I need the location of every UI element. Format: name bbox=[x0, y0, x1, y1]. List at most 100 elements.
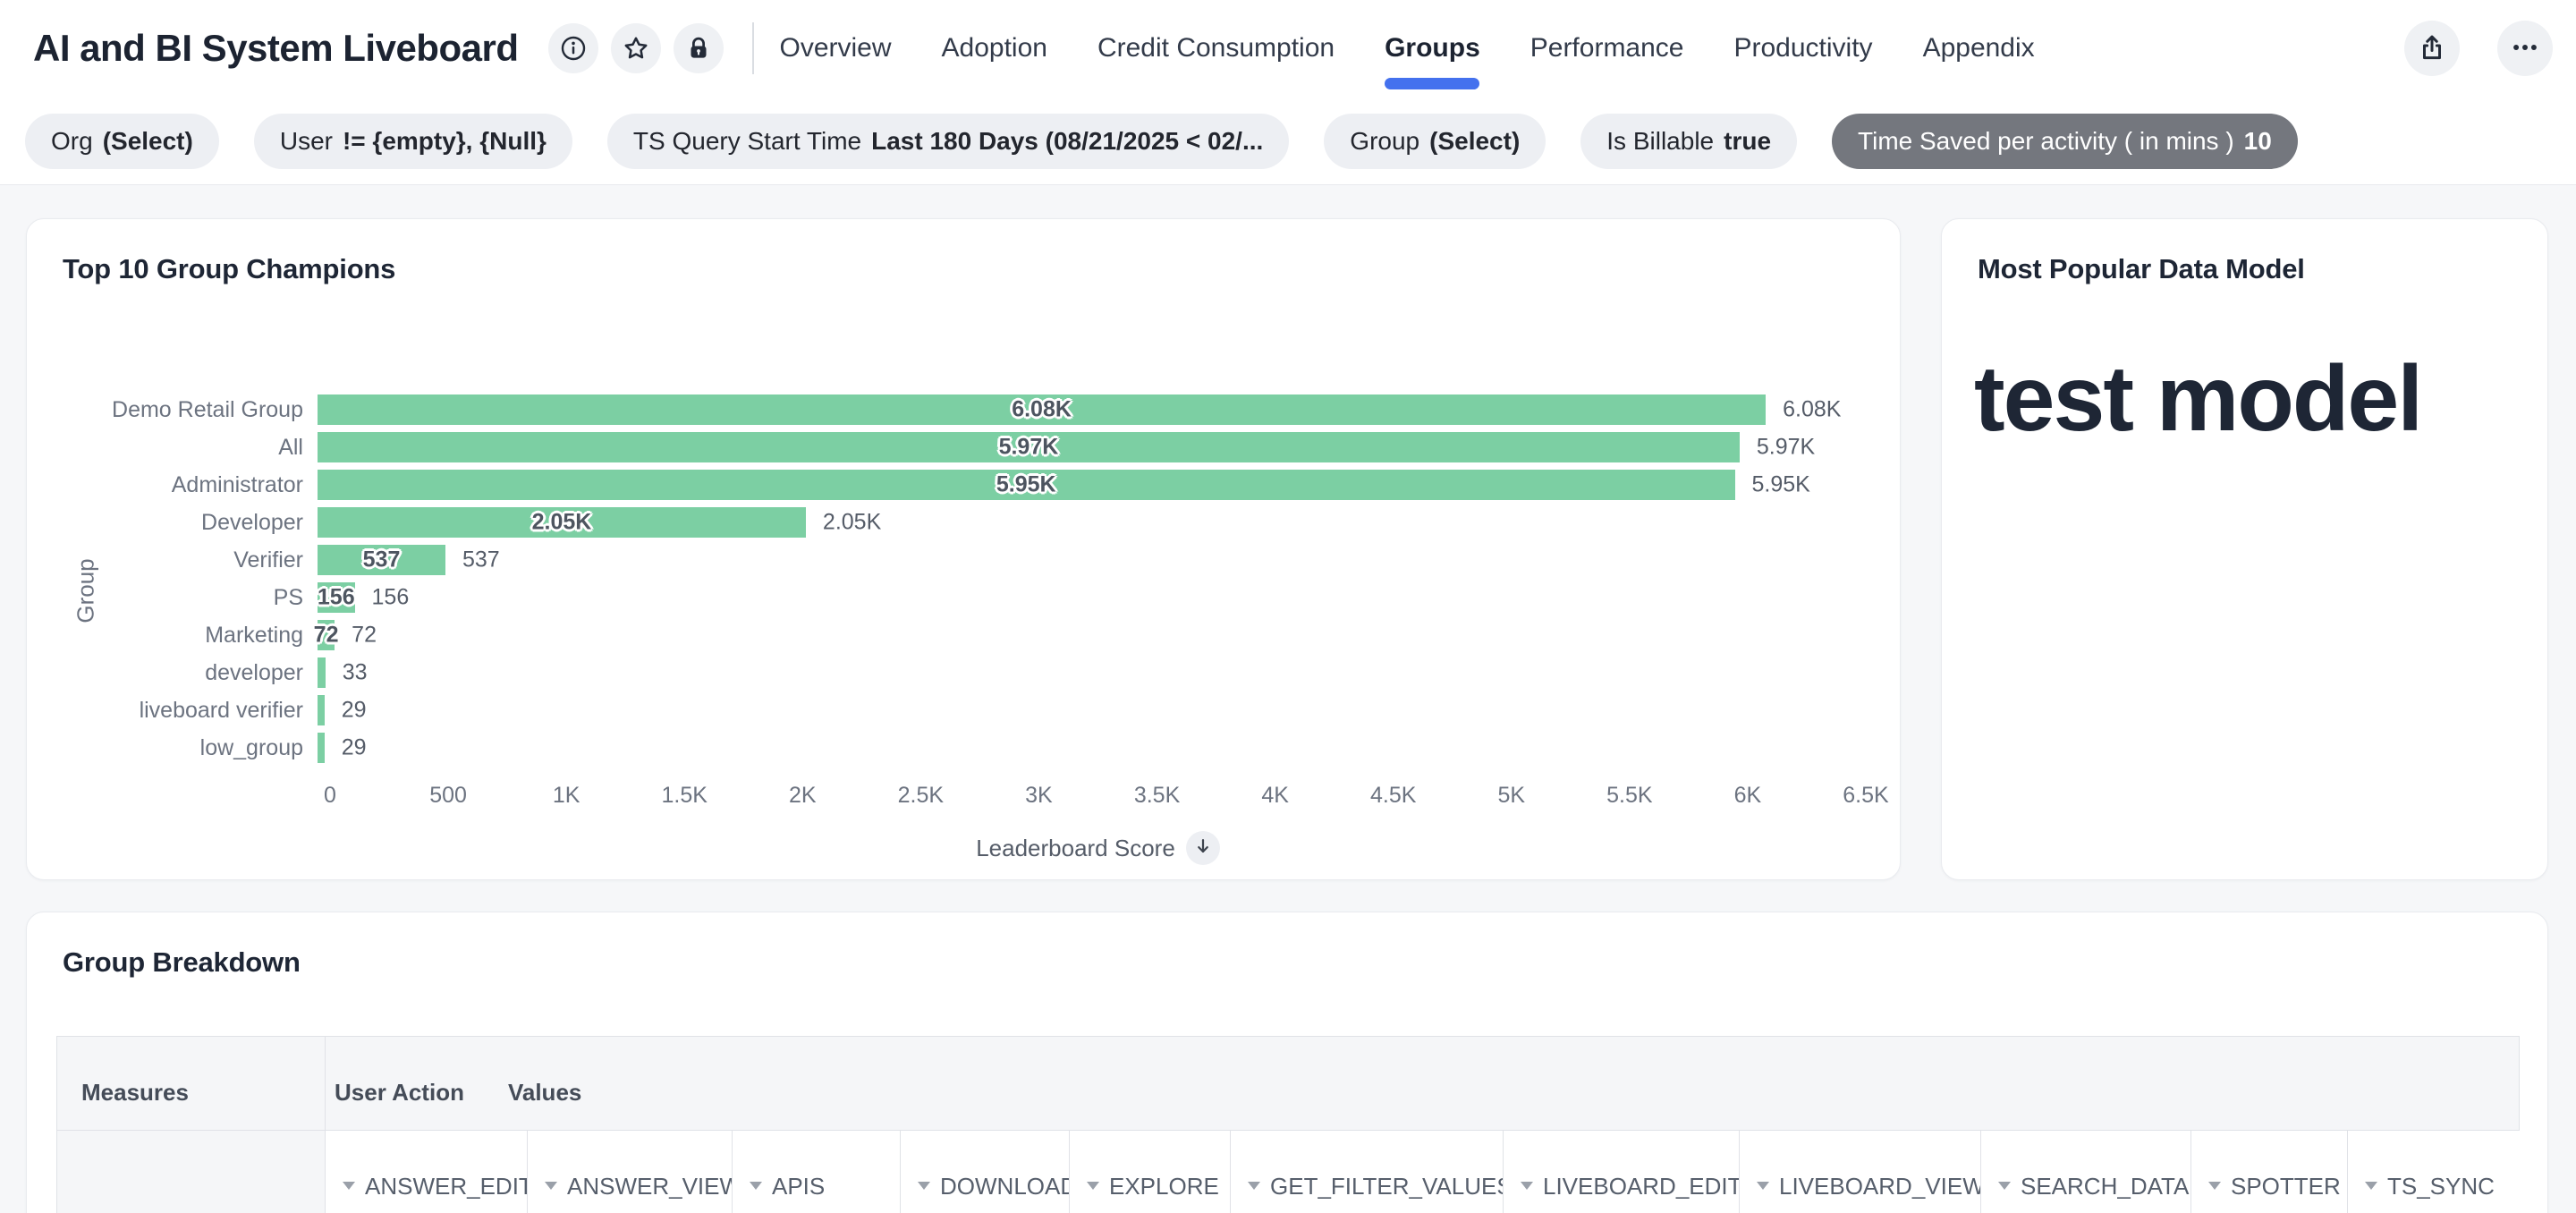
bar-demo-retail-group[interactable]: 6.08K bbox=[318, 394, 1766, 425]
x-tick-4k: 4K bbox=[1261, 783, 1289, 809]
column-header-liveboard-view[interactable]: LIVEBOARD_VIEW bbox=[1740, 1131, 1981, 1213]
bar-all[interactable]: 5.97K bbox=[318, 432, 1740, 462]
tab-performance[interactable]: Performance bbox=[1530, 0, 1684, 97]
chart-row-low-group: low_group29 bbox=[63, 729, 1866, 767]
tab-groups[interactable]: Groups bbox=[1385, 0, 1480, 97]
column-header-answer-edit[interactable]: ANSWER_EDIT bbox=[326, 1131, 528, 1213]
bar-value-inside: 6.08K bbox=[1012, 397, 1072, 423]
share-icon bbox=[2417, 32, 2447, 65]
column-filter-triangle-icon[interactable] bbox=[1757, 1182, 1769, 1190]
bar-low-group[interactable] bbox=[318, 733, 325, 763]
column-header-explore[interactable]: EXPLORE bbox=[1070, 1131, 1231, 1213]
column-filter-triangle-icon[interactable] bbox=[545, 1182, 557, 1190]
model-card-value: test model bbox=[1974, 346, 2421, 453]
x-tick-5-5k: 5.5K bbox=[1606, 783, 1652, 809]
column-filter-triangle-icon[interactable] bbox=[918, 1182, 930, 1190]
filter-chip-ts-query-start-time[interactable]: TS Query Start TimeLast 180 Days (08/21/… bbox=[607, 114, 1289, 169]
category-label: All bbox=[63, 435, 318, 461]
filter-chip-org[interactable]: Org(Select) bbox=[25, 114, 219, 169]
values-header: Values bbox=[508, 1079, 581, 1107]
liveboard-content: Top 10 Group Champions Group Demo Retail… bbox=[0, 185, 2576, 1213]
tab-adoption[interactable]: Adoption bbox=[942, 0, 1047, 97]
bar-marketing[interactable]: 72 bbox=[318, 620, 335, 650]
bar-value-outside: 29 bbox=[342, 735, 367, 761]
x-tick-6k: 6K bbox=[1734, 783, 1762, 809]
x-tick-4-5k: 4.5K bbox=[1370, 783, 1416, 809]
filter-value: true bbox=[1724, 127, 1771, 156]
bar-administrator[interactable]: 5.95K bbox=[318, 470, 1735, 500]
filter-value: (Select) bbox=[103, 127, 193, 156]
x-tick-0: 0 bbox=[324, 783, 336, 809]
chart-x-axis-label: Leaderboard Score bbox=[330, 831, 1866, 865]
filter-chip-is-billable[interactable]: Is Billable true bbox=[1580, 114, 1797, 169]
star-icon bbox=[622, 34, 650, 63]
bar-value-inside: 2.05K bbox=[532, 510, 592, 536]
bar-liveboard-verifier[interactable] bbox=[318, 695, 325, 725]
bar-value-inside: 72 bbox=[314, 623, 339, 649]
x-tick-500: 500 bbox=[429, 783, 467, 809]
filter-chip-user[interactable]: User!= {empty}, {Null} bbox=[254, 114, 572, 169]
filter-chip-time-saved-per-activity-in-mins[interactable]: Time Saved per activity ( in mins )10 bbox=[1832, 114, 2298, 169]
group-breakdown-table: Measures User Action Values ANSWER_EDITA… bbox=[56, 1036, 2520, 1213]
chart-x-axis: 05001K1.5K2K2.5K3K3.5K4K4.5K5K5.5K6K6.5K bbox=[330, 783, 1866, 811]
info-button[interactable] bbox=[548, 23, 598, 73]
liveboard-header: AI and BI System Liveboard OverviewAdopt… bbox=[0, 0, 2576, 185]
tab-productivity[interactable]: Productivity bbox=[1734, 0, 1873, 97]
column-header-answer-view[interactable]: ANSWER_VIEW bbox=[528, 1131, 733, 1213]
column-filter-triangle-icon[interactable] bbox=[1521, 1182, 1533, 1190]
sort-descending-button[interactable] bbox=[1186, 831, 1220, 865]
column-header-get-filter-values[interactable]: GET_FILTER_VALUES bbox=[1231, 1131, 1504, 1213]
column-header-ts-sync[interactable]: TS_SYNC bbox=[2348, 1131, 2521, 1213]
info-icon bbox=[559, 34, 588, 63]
column-header-apis[interactable]: APIS bbox=[733, 1131, 901, 1213]
column-filter-triangle-icon[interactable] bbox=[343, 1182, 355, 1190]
arrow-down-icon bbox=[1193, 835, 1213, 862]
bar-value-outside: 5.95K bbox=[1752, 472, 1810, 498]
bar-value-outside: 29 bbox=[342, 698, 367, 724]
category-label: Administrator bbox=[63, 472, 318, 498]
lock-button[interactable] bbox=[674, 23, 724, 73]
bar-value-outside: 6.08K bbox=[1783, 397, 1841, 423]
chart-row-developer: Developer2.05K2.05K bbox=[63, 504, 1866, 541]
bar-value-inside: 156 bbox=[318, 585, 355, 611]
filter-label: TS Query Start Time bbox=[633, 127, 861, 156]
bar-developer[interactable]: 2.05K bbox=[318, 507, 806, 538]
filter-label: Is Billable bbox=[1606, 127, 1714, 156]
x-tick-1k: 1K bbox=[553, 783, 580, 809]
bar-chart: Demo Retail Group6.08K6.08KAll5.97K5.97K… bbox=[63, 391, 1866, 767]
column-filter-triangle-icon[interactable] bbox=[2365, 1182, 2377, 1190]
tab-overview[interactable]: Overview bbox=[779, 0, 891, 97]
category-label: Demo Retail Group bbox=[63, 397, 318, 423]
tab-appendix[interactable]: Appendix bbox=[1923, 0, 2035, 97]
x-tick-3-5k: 3.5K bbox=[1134, 783, 1180, 809]
share-button[interactable] bbox=[2404, 21, 2460, 76]
column-header-label: ANSWER_EDIT bbox=[365, 1173, 528, 1200]
column-filter-triangle-icon[interactable] bbox=[1998, 1182, 2011, 1190]
favorite-button[interactable] bbox=[611, 23, 661, 73]
bar-value-outside: 72 bbox=[352, 623, 377, 649]
column-filter-triangle-icon[interactable] bbox=[2208, 1182, 2221, 1190]
column-header-search-data[interactable]: SEARCH_DATA bbox=[1981, 1131, 2191, 1213]
x-tick-1-5k: 1.5K bbox=[662, 783, 708, 809]
bar-ps[interactable]: 156 bbox=[318, 582, 355, 613]
column-header-download[interactable]: DOWNLOAD bbox=[901, 1131, 1070, 1213]
column-filter-triangle-icon[interactable] bbox=[1248, 1182, 1260, 1190]
column-header-spotter[interactable]: SPOTTER bbox=[2191, 1131, 2348, 1213]
tab-credit-consumption[interactable]: Credit Consumption bbox=[1097, 0, 1335, 97]
column-filter-triangle-icon[interactable] bbox=[1087, 1182, 1099, 1190]
chart-row-ps: PS156156 bbox=[63, 579, 1866, 616]
bar-value-outside: 5.97K bbox=[1757, 435, 1815, 461]
filter-label: Time Saved per activity ( in mins ) bbox=[1858, 127, 2234, 156]
bar-track: 29 bbox=[318, 691, 1866, 729]
category-label: Marketing bbox=[63, 623, 318, 649]
bar-value-outside: 33 bbox=[343, 660, 368, 686]
bar-developer[interactable] bbox=[318, 657, 326, 688]
column-filter-triangle-icon[interactable] bbox=[750, 1182, 762, 1190]
more-button[interactable] bbox=[2497, 21, 2553, 76]
column-header-liveboard-edit[interactable]: LIVEBOARD_EDIT bbox=[1504, 1131, 1740, 1213]
category-label: PS bbox=[63, 585, 318, 611]
filter-chip-group[interactable]: Group(Select) bbox=[1324, 114, 1546, 169]
chart-title: Top 10 Group Champions bbox=[63, 253, 395, 285]
bar-verifier[interactable]: 537 bbox=[318, 545, 445, 575]
column-header-label: APIS bbox=[772, 1173, 825, 1200]
